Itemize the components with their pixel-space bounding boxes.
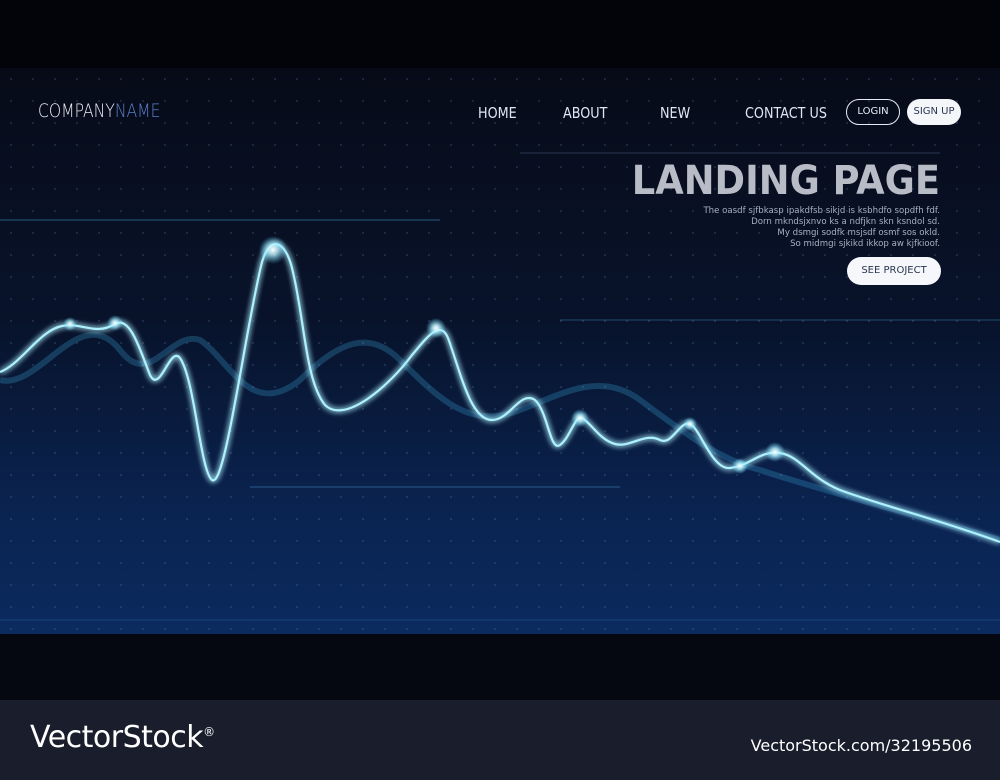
spark-peak-5 — [571, 409, 589, 427]
hero-body-text: The oasdf sjfbkasp ipakdfsb sikjd is ksb… — [640, 206, 940, 250]
nav-home[interactable]: HOME — [478, 104, 517, 122]
nav-about[interactable]: ABOUT — [563, 104, 607, 122]
body-line-1: The oasdf sjfbkasp ipakdfsb sikjd is ksb… — [703, 206, 940, 216]
brand-part-name: NAME — [114, 100, 161, 122]
body-line-2: Dorn mkndsjxnvo ks a ndfjkn skn ksndol s… — [751, 217, 940, 227]
page-title: LANDING PAGE — [631, 158, 940, 204]
signup-button[interactable]: SIGN UP — [907, 99, 961, 125]
wave-shadow — [0, 331, 1000, 543]
nav-new[interactable]: NEW — [660, 104, 690, 122]
spark-peak-4 — [63, 317, 77, 331]
registered-mark: ® — [203, 725, 215, 739]
watermark-logo-text: VectorStock — [30, 720, 204, 755]
watermark-id: VectorStock.com/32195506 — [750, 736, 972, 755]
spark-peak-3 — [107, 315, 123, 331]
body-line-4: So midmgi sjkikd ikkop aw kjfkioof. — [790, 239, 940, 249]
spark-peak-6 — [683, 417, 697, 431]
spark-peak-8 — [732, 458, 748, 474]
brand-logo[interactable]: COMPANYNAME — [38, 100, 160, 122]
spark-peak-1 — [259, 236, 287, 264]
nav-contact-us[interactable]: CONTACT US — [745, 104, 827, 122]
see-project-button[interactable]: SEE PROJECT — [847, 257, 941, 285]
watermark-logo: VectorStock® — [30, 720, 215, 755]
login-button[interactable]: LOGIN — [846, 99, 900, 125]
brand-part-company: COMPANY — [38, 100, 115, 122]
spark-peak-7 — [765, 442, 785, 462]
spark-peak-2 — [426, 318, 446, 338]
body-line-3: My dsmgi sodfk msjsdf osmf sos okld. — [777, 228, 940, 238]
